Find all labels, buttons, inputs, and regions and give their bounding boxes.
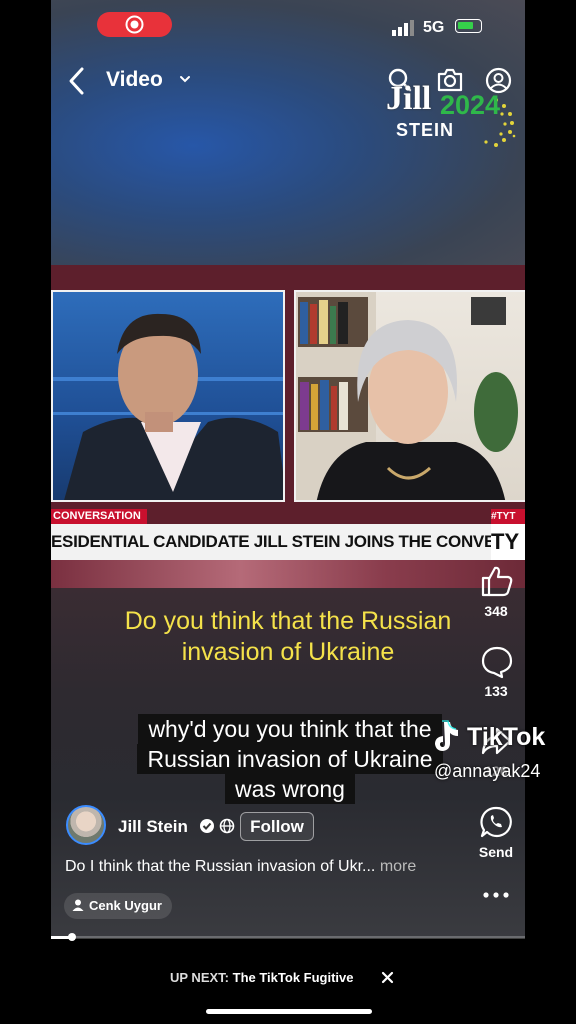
cellular-signal-icon: [392, 20, 414, 36]
globe-icon: [219, 818, 235, 834]
host-figure: [53, 313, 283, 500]
campaign-logo: Jill 2024 STEIN: [386, 80, 526, 150]
host-video-panel: [51, 290, 285, 502]
watermark-handle: @annayak24: [434, 761, 541, 781]
up-next-title: The TikTok Fugitive: [232, 970, 354, 985]
verified-badge-icon: [200, 819, 214, 833]
more-options-icon[interactable]: [482, 890, 510, 900]
description-more-link[interactable]: more: [380, 858, 416, 875]
video-description[interactable]: Do I think that the Russian invasion of …: [65, 858, 416, 876]
send-label[interactable]: Send: [466, 844, 526, 860]
channel-logo: TY: [491, 524, 525, 560]
watermark-brand: TikTok: [467, 723, 546, 751]
network-type: 5G: [423, 19, 445, 36]
conversation-tag: CONVERSATION: [51, 509, 147, 524]
mention-chip-label: Cenk Uygur: [89, 898, 162, 913]
progress-scrubber[interactable]: [68, 933, 76, 941]
close-icon[interactable]: [381, 971, 394, 984]
caption-white-line: was wrong: [225, 774, 355, 804]
battery-icon: [455, 19, 482, 33]
video-frame: CONVERSATION #TYT ESIDENTIAL CANDIDATE J…: [51, 265, 525, 588]
like-thumb-icon[interactable]: [480, 564, 514, 598]
page-title[interactable]: Video: [106, 68, 163, 92]
guest-video-panel: [294, 290, 525, 502]
whatsapp-icon[interactable]: [480, 806, 512, 838]
logo-year: 2024: [440, 90, 501, 120]
video-headline: ESIDENTIAL CANDIDATE JILL STEIN JOINS TH…: [51, 524, 491, 560]
record-icon: [125, 15, 144, 34]
caption-white-line: why'd you you think that the: [138, 714, 442, 744]
up-next-prefix: UP NEXT:: [170, 970, 229, 985]
like-count: 348: [484, 603, 508, 619]
comment-count: 133: [484, 683, 508, 699]
chevron-down-icon[interactable]: [179, 75, 191, 85]
caption-yellow-line: invasion of Ukraine: [181, 638, 395, 666]
mention-chip[interactable]: Cenk Uygur: [64, 893, 172, 919]
battery-level: [458, 22, 473, 29]
caption-yellow-line: Do you think that the Russian: [124, 607, 452, 635]
author-avatar[interactable]: [66, 805, 106, 845]
home-indicator[interactable]: [206, 1009, 372, 1014]
author-name[interactable]: Jill Stein: [118, 817, 188, 837]
up-next-bar[interactable]: UP NEXT: The TikTok Fugitive: [170, 970, 354, 985]
tiktok-logo-icon: [435, 720, 458, 751]
channel-tag: #TYT: [491, 509, 525, 524]
follow-button[interactable]: Follow: [240, 812, 314, 841]
caption-white-line: Russian invasion of Ukraine: [137, 744, 443, 774]
back-chevron-icon[interactable]: [66, 66, 88, 96]
screen-recording-indicator[interactable]: [97, 12, 172, 37]
description-text: Do I think that the Russian invasion of …: [65, 858, 376, 875]
guest-figure: [296, 292, 518, 500]
comment-icon[interactable]: [480, 645, 514, 679]
video-bottom-graphic: [51, 560, 525, 588]
person-icon: [72, 899, 84, 911]
caption-yellow: Do you think that the Russian invasion o…: [51, 606, 525, 668]
logo-name-jill: Jill: [386, 80, 432, 117]
logo-name-stein: STEIN: [396, 120, 455, 140]
video-progress-bar[interactable]: [51, 933, 525, 941]
caption-white: why'd you you think that the Russian inv…: [116, 714, 464, 804]
